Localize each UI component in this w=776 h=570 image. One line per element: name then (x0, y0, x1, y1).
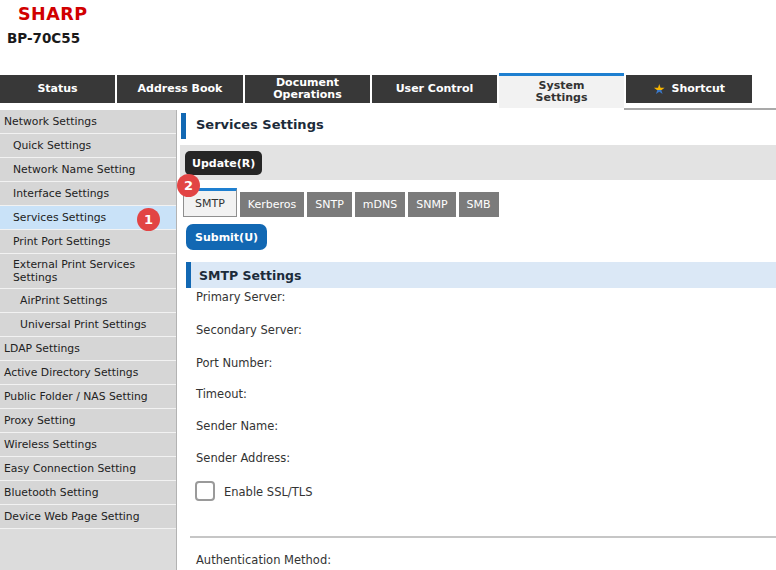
page-title-accent-bar (181, 113, 186, 139)
label-authentication-method: Authentication Method: (196, 553, 331, 567)
tab-sntp[interactable]: SNTP (307, 192, 352, 217)
sidebar-item-ldap-settings[interactable]: LDAP Settings (0, 337, 176, 361)
enable-ssl-checkbox[interactable] (195, 481, 215, 501)
nav-tab-status[interactable]: Status (0, 75, 115, 103)
sidebar-item-easy-connection-setting[interactable]: Easy Connection Setting (0, 457, 176, 481)
sidebar-item-network-settings[interactable]: Network Settings (0, 110, 176, 134)
nav-tab-document-operations[interactable]: Document Operations (245, 75, 370, 103)
nav-tab-user-control[interactable]: User Control (372, 75, 497, 103)
sidebar-item-quick-settings[interactable]: Quick Settings (0, 134, 176, 158)
section-title: SMTP Settings (199, 268, 301, 283)
label-port-number: Port Number: (196, 356, 272, 370)
update-button[interactable]: Update(R) (185, 151, 262, 175)
enable-ssl-label: Enable SSL/TLS (224, 485, 312, 499)
sidebar-item-proxy-setting[interactable]: Proxy Setting (0, 409, 176, 433)
sidebar-item-airprint-settings[interactable]: AirPrint Settings (0, 289, 176, 313)
star-icon: ★ (653, 83, 666, 95)
sidebar-item-device-web-page-setting[interactable]: Device Web Page Setting (0, 505, 176, 529)
submit-button[interactable]: Submit(U) (186, 224, 267, 250)
tab-snmp[interactable]: SNMP (408, 192, 455, 217)
sidebar-item-print-port-settings[interactable]: Print Port Settings (0, 230, 176, 254)
tab-kerberos[interactable]: Kerberos (240, 192, 304, 217)
sidebar-item-network-name-setting[interactable]: Network Name Setting (0, 158, 176, 182)
step-badge-1: 1 (137, 208, 160, 231)
sidebar-item-external-print-services-settings[interactable]: External Print Services Settings (0, 254, 176, 289)
smtp-settings-section-header: SMTP Settings (186, 262, 776, 288)
sidebar-item-interface-settings[interactable]: Interface Settings (0, 182, 176, 206)
step-badge-2: 2 (177, 174, 200, 197)
model-name: BP-70C55 (7, 30, 80, 46)
tab-mdns[interactable]: mDNS (355, 192, 405, 217)
label-timeout: Timeout: (196, 387, 247, 401)
nav-tab-system-settings[interactable]: System Settings (499, 73, 624, 108)
sidebar-item-wireless-settings[interactable]: Wireless Settings (0, 433, 176, 457)
sharp-logo: SHARP (18, 4, 88, 24)
label-secondary-server: Secondary Server: (196, 323, 302, 337)
sidebar: Network Settings Quick Settings Network … (0, 110, 177, 570)
subtab-bar: SMTP Kerberos SNTP mDNS SNMP SMB (183, 188, 499, 217)
label-sender-name: Sender Name: (196, 419, 278, 433)
tab-smb[interactable]: SMB (459, 192, 499, 217)
sidebar-item-active-directory-settings[interactable]: Active Directory Settings (0, 361, 176, 385)
label-sender-address: Sender Address: (196, 451, 290, 465)
label-primary-server: Primary Server: (196, 290, 285, 304)
page-title: Services Settings (196, 117, 324, 132)
toolbar-strip (180, 145, 776, 180)
nav-tab-address-book[interactable]: Address Book (117, 75, 243, 103)
section-divider (190, 536, 776, 538)
sidebar-item-bluetooth-setting[interactable]: Bluetooth Setting (0, 481, 176, 505)
nav-tab-shortcut-label: Shortcut (671, 83, 725, 95)
nav-tab-shortcut[interactable]: ★ Shortcut (626, 75, 752, 103)
nav-underline (624, 108, 776, 110)
sidebar-item-universal-print-settings[interactable]: Universal Print Settings (0, 313, 176, 337)
sidebar-item-public-folder-nas-setting[interactable]: Public Folder / NAS Setting (0, 385, 176, 409)
